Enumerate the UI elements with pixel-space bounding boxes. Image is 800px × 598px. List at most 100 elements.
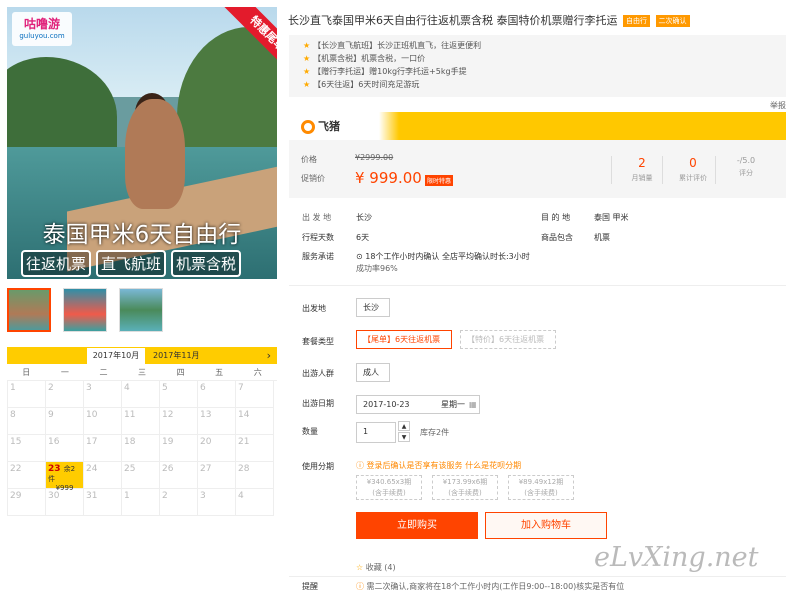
calendar-day: 25: [122, 462, 160, 489]
stock-text: 库存2件: [420, 428, 450, 437]
product-title: 长沙直飞泰国甲米6天自由行往返机票含税 泰国特价机票赠行李托运 自由行 二次确认: [288, 12, 690, 28]
calendar-day: 14: [236, 408, 274, 435]
calendar-day: 3: [198, 489, 236, 516]
info-icon: ⓘ: [356, 461, 364, 470]
star-icon: ☆: [356, 563, 364, 572]
increment-button[interactable]: ▲: [398, 421, 410, 431]
calendar-day: 3: [84, 381, 122, 408]
calendar-day: 2: [160, 489, 198, 516]
installment-12[interactable]: ¥89.49x12期 (含手续费): [508, 475, 574, 500]
date-picker[interactable]: 2017-10-23 星期一 ▦: [356, 395, 480, 414]
star-icon: ★: [303, 80, 311, 89]
calendar-day: 24: [84, 462, 122, 489]
departure-calendar: 2017年10月 2017年11月 › 日一二三四五六 1 2 3 4 5 6 7 8 9 10 1…: [7, 347, 277, 516]
price-label: 价格: [301, 155, 317, 164]
reminder-text: ⓘ 需二次确认,商家将在18个工作小时内(工作日9:00--18:00)核实是否…: [356, 582, 625, 591]
brand-logo: 咕噜游 guluyou.com: [12, 12, 72, 46]
product-main-image: 咕噜游 guluyou.com 特惠尾单 泰国甲米6天自由行 往返机票 直飞航班 …: [7, 7, 277, 279]
days-label: 行程天数: [302, 233, 334, 242]
hero-tag: 机票含税: [171, 250, 242, 277]
calendar-icon: ▦: [469, 400, 477, 409]
calendar-day: 27: [198, 462, 236, 489]
promo-price: ¥ 999.00: [355, 169, 422, 187]
calendar-day: 17: [84, 435, 122, 462]
original-price: ¥2999.00: [355, 153, 394, 162]
thumbnail-3[interactable]: [119, 288, 163, 332]
calendar-day[interactable]: 23 余2件 ¥999: [46, 462, 84, 492]
date-label: 出游日期: [302, 399, 334, 408]
hero-title: 泰国甲米6天自由行: [42, 222, 242, 248]
promise-label: 服务承诺: [302, 252, 334, 261]
rating: -/5.0 评分: [736, 156, 756, 177]
calendar-day: 29: [8, 489, 46, 516]
promise-value: ⊙ 18个工作小时内确认 全店平均确认时长:3小时: [356, 252, 530, 261]
calendar-day: 12: [160, 408, 198, 435]
departure-label: 出发地: [302, 304, 326, 313]
hero-tag: 往返机票: [21, 250, 92, 277]
crowd-option[interactable]: 成人: [356, 363, 390, 382]
buy-now-button[interactable]: 立即购买: [356, 512, 478, 539]
installment-6[interactable]: ¥173.99x6期 (含手续费): [432, 475, 498, 500]
star-icon: ★: [303, 41, 311, 50]
fliggy-logo: 飞猪: [301, 118, 340, 134]
calendar-day: 31: [84, 489, 122, 516]
thumbnail-2[interactable]: [63, 288, 107, 332]
calendar-day: 4: [122, 381, 160, 408]
badge: 二次确认: [655, 15, 690, 27]
calendar-day: 21: [236, 435, 274, 462]
info-icon: ⓘ: [356, 582, 364, 591]
star-icon: ★: [303, 67, 311, 76]
package-option-tail[interactable]: 【尾单】6天往返机票: [356, 330, 452, 349]
dest-label: 目 的 地: [541, 213, 571, 222]
month-tab-current[interactable]: 2017年10月: [87, 348, 145, 364]
hero-tag: 直飞航班: [96, 250, 167, 277]
crowd-label: 出游人群: [302, 369, 334, 378]
installment-3[interactable]: ¥340.65x3期 (含手续费): [356, 475, 422, 500]
star-icon: ★: [303, 54, 311, 63]
calendar-day: 7: [236, 381, 274, 408]
thumbnail-1[interactable]: [7, 288, 51, 332]
decrement-button[interactable]: ▼: [398, 432, 410, 442]
calendar-day: 10: [84, 408, 122, 435]
calendar-day: 6: [198, 381, 236, 408]
departure-option[interactable]: 长沙: [356, 298, 390, 317]
calendar-day: 9: [46, 408, 84, 435]
price-panel: 价格 ¥2999.00 促销价 ¥ 999.00 限时特惠 2 月销量 0 累计评价…: [289, 140, 786, 198]
calendar-day: 20: [198, 435, 236, 462]
list-item: ★ 【长沙直飞航班】长沙正班机直飞，往返更便利: [303, 41, 482, 50]
month-tab-next[interactable]: 2017年11月: [153, 348, 200, 364]
reminder-label: 提醒: [302, 582, 318, 591]
from-label: 出 发 地: [302, 213, 332, 222]
fliggy-banner: 飞猪: [289, 112, 786, 140]
calendar-day: 28: [236, 462, 274, 489]
feature-list: ★ 【长沙直飞航班】长沙正班机直飞，往返更便利 ★ 【机票含税】机票含税，一口价 ★…: [289, 35, 786, 97]
calendar-day: 22: [8, 462, 46, 489]
promise-rate: 成功率96%: [356, 264, 398, 273]
installment-help-link[interactable]: 什么是花呗分期: [465, 461, 521, 470]
list-item: ★ 【赠行李托运】赠10kg行李托运+5kg手提: [303, 67, 467, 76]
calendar-day: 26: [160, 462, 198, 489]
calendar-day: 15: [8, 435, 46, 462]
fliggy-logo-icon: [301, 120, 315, 134]
badge: 自由行: [623, 15, 650, 27]
report-link[interactable]: 举报: [770, 100, 786, 111]
weekday-header: 日一二三四五六: [22, 367, 262, 377]
dest-value: 泰国 甲米: [594, 213, 629, 222]
from-value: 长沙: [356, 213, 372, 222]
calendar-day: 18: [122, 435, 160, 462]
package-option-special[interactable]: 【特价】6天往返机票: [460, 330, 556, 349]
days-value: 6天: [356, 233, 370, 242]
calendar-day: 1: [8, 381, 46, 408]
add-to-cart-button[interactable]: 加入购物车: [485, 512, 607, 539]
quantity-input[interactable]: 1: [356, 422, 396, 443]
installment-note: ⓘ 登录后确认是否享有该服务 什么是花呗分期: [356, 461, 522, 470]
calendar-day: 8: [8, 408, 46, 435]
calendar-day: 1: [122, 489, 160, 516]
calendar-day: 13: [198, 408, 236, 435]
chevron-right-icon[interactable]: ›: [267, 347, 271, 364]
calendar-day: 4: [236, 489, 274, 516]
favorite-button[interactable]: ☆ 收藏 (4): [356, 562, 396, 573]
calendar-day: 5: [160, 381, 198, 408]
installment-label: 使用分期: [302, 462, 334, 471]
list-item: ★ 【6天往返】6天时间充足游玩: [303, 80, 420, 89]
